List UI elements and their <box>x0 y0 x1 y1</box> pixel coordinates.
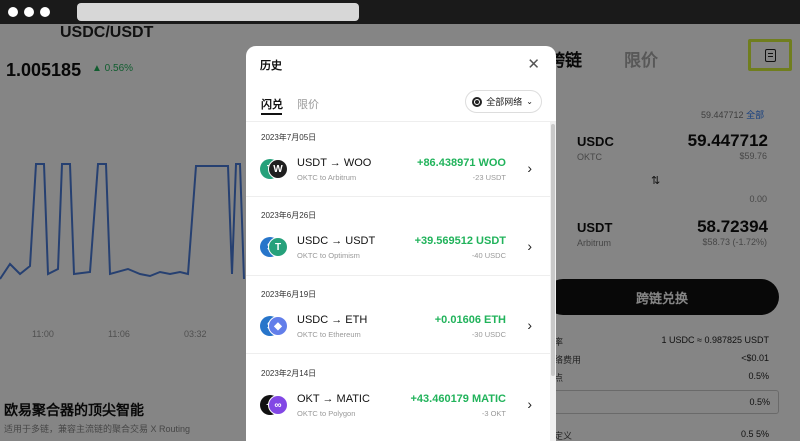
history-route: OKT → MATIC <box>297 393 370 405</box>
history-network: OKTC to Polygon <box>297 409 356 418</box>
window-dot-icon <box>40 7 50 17</box>
network-filter-label: 全部网络 <box>486 97 523 107</box>
tab-swap[interactable]: 闪兑 <box>261 96 283 112</box>
address-bar[interactable] <box>77 3 359 21</box>
divider <box>246 196 550 197</box>
history-date: 2023年6月19日 <box>261 290 317 299</box>
history-date: 2023年6月26日 <box>261 211 317 220</box>
history-item[interactable]: $ T USDC → USDT OKTC to Optimism +39.569… <box>246 226 550 264</box>
close-icon[interactable]: ✕ <box>527 55 540 73</box>
divider <box>246 353 550 354</box>
history-network: OKTC to Ethereum <box>297 330 361 339</box>
history-item[interactable]: $ ◆ USDC → ETH OKTC to Ethereum +0.01606… <box>246 305 550 343</box>
history-amount: +39.569512 USDT <box>414 235 506 247</box>
divider <box>246 275 550 276</box>
history-route: USDC → ETH <box>297 314 368 326</box>
to-token-icon: W <box>268 159 288 179</box>
history-modal: 历史 ✕ 闪兑 限价 全部网络 ⌄ 2023年7月05日 T W USDT → … <box>246 46 556 441</box>
history-network: OKTC to Arbitrum <box>297 173 357 182</box>
history-date: 2023年7月05日 <box>261 133 317 142</box>
to-token-icon: T <box>268 237 288 257</box>
chevron-right-icon: › <box>527 317 532 333</box>
history-amount: +0.01606 ETH <box>434 314 506 326</box>
history-fee: -23 USDT <box>472 173 506 182</box>
history-fee: -40 USDC <box>471 251 506 260</box>
to-token-icon: ∞ <box>268 395 288 415</box>
chevron-right-icon: › <box>527 396 532 412</box>
history-fee: -30 USDC <box>471 330 506 339</box>
network-filter-select[interactable]: 全部网络 ⌄ <box>465 90 542 113</box>
token-pair-icon: $ ◆ <box>260 316 290 336</box>
history-route: USDC → USDT <box>297 235 376 247</box>
chevron-down-icon: ⌄ <box>526 97 533 106</box>
token-pair-icon: $ T <box>260 237 290 257</box>
active-tab-indicator <box>261 113 282 115</box>
history-amount: +86.438971 WOO <box>417 157 506 169</box>
modal-title: 历史 <box>260 60 282 72</box>
scrollbar-thumb[interactable] <box>551 124 555 376</box>
browser-chrome <box>0 0 800 24</box>
history-amount: +43.460179 MATIC <box>410 393 507 405</box>
token-pair-icon: ✦ ∞ <box>260 395 290 415</box>
history-network: OKTC to Optimism <box>297 251 360 260</box>
globe-icon <box>472 96 483 107</box>
divider <box>246 121 556 122</box>
history-item[interactable]: T W USDT → WOO OKTC to Arbitrum +86.4389… <box>246 148 550 186</box>
window-dot-icon <box>8 7 18 17</box>
to-token-icon: ◆ <box>268 316 288 336</box>
window-dot-icon <box>24 7 34 17</box>
token-pair-icon: T W <box>260 159 290 179</box>
chevron-right-icon: › <box>527 160 532 176</box>
tab-limit-order[interactable]: 限价 <box>297 96 319 112</box>
history-item[interactable]: ✦ ∞ OKT → MATIC OKTC to Polygon +43.4601… <box>246 384 550 422</box>
history-route: USDT → WOO <box>297 157 372 169</box>
chevron-right-icon: › <box>527 238 532 254</box>
history-date: 2023年2月14日 <box>261 369 317 378</box>
history-fee: -3 OKT <box>481 409 506 418</box>
